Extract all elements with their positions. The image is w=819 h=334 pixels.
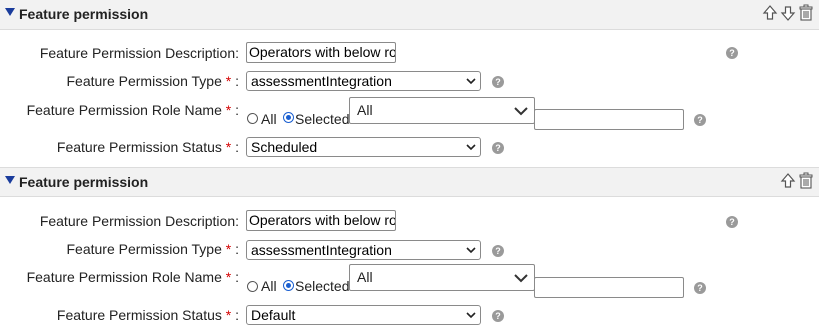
type-select-value: assessmentIntegration	[251, 73, 392, 89]
required-mark: *	[225, 269, 232, 285]
status-label: Feature Permission Status * :	[57, 307, 239, 323]
section-title: Feature permission	[19, 6, 149, 22]
role-text-field[interactable]	[534, 277, 684, 298]
description-field[interactable]: Operators with below ro	[246, 210, 396, 231]
type-select-value: assessmentIntegration	[251, 242, 392, 258]
label-colon: :	[235, 269, 239, 285]
chevron-down-icon	[514, 107, 528, 116]
chevron-down-icon	[466, 144, 476, 151]
section-header: Feature permission	[0, 0, 819, 30]
status-select[interactable]: Scheduled	[246, 137, 481, 157]
required-mark: *	[225, 102, 232, 118]
help-icon[interactable]: ?	[492, 245, 504, 257]
label-colon: :	[235, 307, 239, 323]
chevron-down-icon	[466, 312, 476, 319]
move-up-icon[interactable]	[762, 4, 778, 22]
role-all-label: All	[261, 278, 277, 294]
description-field-value: Operators with below ro	[249, 212, 396, 228]
required-mark: *	[225, 241, 232, 257]
help-icon[interactable]: ?	[726, 216, 738, 228]
help-icon[interactable]: ?	[492, 142, 504, 154]
collapse-triangle-icon[interactable]	[5, 176, 15, 184]
required-mark: *	[225, 139, 232, 155]
label-colon: :	[235, 102, 239, 118]
role-label: Feature Permission Role Name * :	[27, 102, 239, 118]
label-colon: :	[235, 139, 239, 155]
role-selected-radio[interactable]	[283, 280, 294, 291]
role-selected-label: Selected	[295, 278, 350, 294]
type-label: Feature Permission Type * :	[67, 241, 240, 257]
role-label-text: Feature Permission Role Name	[26, 269, 222, 285]
role-selected-radio[interactable]	[283, 112, 294, 123]
role-select-value: All	[357, 102, 373, 118]
section-title: Feature permission	[19, 174, 149, 190]
description-field-value: Operators with below ro	[249, 44, 396, 60]
description-field[interactable]: Operators with below ro	[246, 42, 396, 63]
status-select-value: Default	[251, 307, 296, 323]
role-selected-label: Selected	[295, 111, 350, 127]
collapse-triangle-icon[interactable]	[5, 8, 15, 16]
feature-permission-section-2: Feature permission Feature Permission De…	[0, 167, 819, 334]
type-label: Feature Permission Type * :	[67, 73, 240, 89]
section-header: Feature permission	[0, 167, 819, 197]
move-down-icon[interactable]	[780, 4, 796, 22]
delete-icon[interactable]	[798, 4, 814, 22]
role-text-field[interactable]	[534, 109, 684, 130]
type-select[interactable]: assessmentIntegration	[246, 71, 481, 91]
description-label: Feature Permission Description:	[40, 213, 239, 229]
role-select[interactable]: All	[349, 264, 535, 291]
role-all-radio[interactable]	[247, 281, 258, 292]
help-icon[interactable]: ?	[726, 47, 738, 59]
description-label-text: Feature Permission Description:	[39, 45, 239, 61]
label-colon: :	[235, 73, 239, 89]
help-icon[interactable]: ?	[492, 76, 504, 88]
chevron-down-icon	[466, 78, 476, 85]
required-mark: *	[225, 73, 232, 89]
description-label-text: Feature Permission Description:	[39, 213, 239, 229]
delete-icon[interactable]	[798, 172, 814, 190]
type-select[interactable]: assessmentIntegration	[246, 240, 481, 260]
type-label-text: Feature Permission Type	[66, 241, 222, 257]
role-all-radio[interactable]	[247, 113, 258, 124]
help-icon[interactable]: ?	[492, 310, 504, 322]
help-icon[interactable]: ?	[694, 282, 706, 294]
role-select[interactable]: All	[349, 97, 535, 124]
status-label: Feature Permission Status * :	[57, 139, 239, 155]
move-up-icon[interactable]	[780, 172, 796, 190]
role-all-label: All	[261, 111, 277, 127]
type-label-text: Feature Permission Type	[66, 73, 222, 89]
role-label: Feature Permission Role Name * :	[27, 269, 239, 285]
feature-permission-section-1: Feature permission Feature Permission De…	[0, 0, 819, 166]
help-icon[interactable]: ?	[694, 114, 706, 126]
status-label-text: Feature Permission Status	[56, 307, 222, 323]
status-label-text: Feature Permission Status	[56, 139, 222, 155]
required-mark: *	[225, 307, 232, 323]
description-label: Feature Permission Description:	[40, 45, 239, 61]
label-colon: :	[235, 241, 239, 257]
role-label-text: Feature Permission Role Name	[26, 102, 222, 118]
chevron-down-icon	[466, 247, 476, 254]
chevron-down-icon	[514, 274, 528, 283]
status-select[interactable]: Default	[246, 305, 481, 325]
status-select-value: Scheduled	[251, 139, 318, 155]
role-select-value: All	[357, 269, 373, 285]
